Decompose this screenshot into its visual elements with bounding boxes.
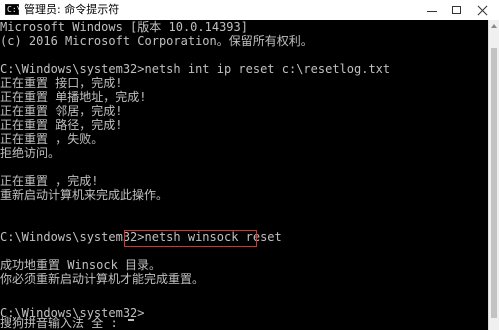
console-line: 拒绝访问。 (0, 146, 61, 160)
maximize-button[interactable] (445, 0, 467, 20)
close-button[interactable] (471, 0, 493, 20)
scroll-thumb[interactable] (491, 48, 497, 318)
console-line: 成功地重置 Winsock 目录。 (0, 258, 162, 272)
console-line: 正在重置 ，失败。 (0, 132, 104, 146)
command-prompt-window: C:\ 管理员: 命令提示符 Microsoft Windows [版本 10.… (0, 0, 499, 330)
cmd-icon-glyph: C:\ (7, 5, 22, 14)
ime-status-line: 搜狗拼音输入法 全 : (0, 316, 118, 330)
title-bar[interactable]: C:\ 管理员: 命令提示符 (0, 0, 499, 20)
console-line: (c) 2016 Microsoft Corporation。保留所有权利。 (0, 34, 313, 48)
minimize-button[interactable] (421, 0, 443, 20)
console-line: C:\Windows\system32>netsh int ip reset c… (0, 62, 391, 76)
console-line: 正在重置 ，完成! (0, 174, 99, 188)
scroll-up-arrow-icon[interactable] (491, 24, 497, 28)
maximize-icon (451, 6, 461, 14)
command-highlight-box (124, 230, 257, 247)
cmd-icon: C:\ (5, 4, 22, 15)
text-cursor (128, 319, 134, 321)
console-output[interactable]: Microsoft Windows [版本 10.0.14393] (c) 20… (0, 20, 488, 330)
console-line: 正在重置 接口，完成! (0, 76, 123, 90)
close-icon (477, 5, 488, 16)
minimize-icon (427, 11, 437, 12)
console-line: Microsoft Windows [版本 10.0.14393] (0, 20, 248, 34)
console-line: 正在重置 邻居，完成! (0, 104, 123, 118)
window-title: 管理员: 命令提示符 (24, 3, 120, 16)
console-line: 正在重置 单播地址，完成! (0, 90, 147, 104)
console-line: 你必须重新启动计算机才能完成重置。 (0, 272, 205, 286)
console-line: 正在重置 路径，完成! (0, 118, 123, 132)
vertical-scrollbar[interactable] (488, 20, 499, 330)
console-line: 重新启动计算机来完成此操作。 (0, 188, 169, 202)
